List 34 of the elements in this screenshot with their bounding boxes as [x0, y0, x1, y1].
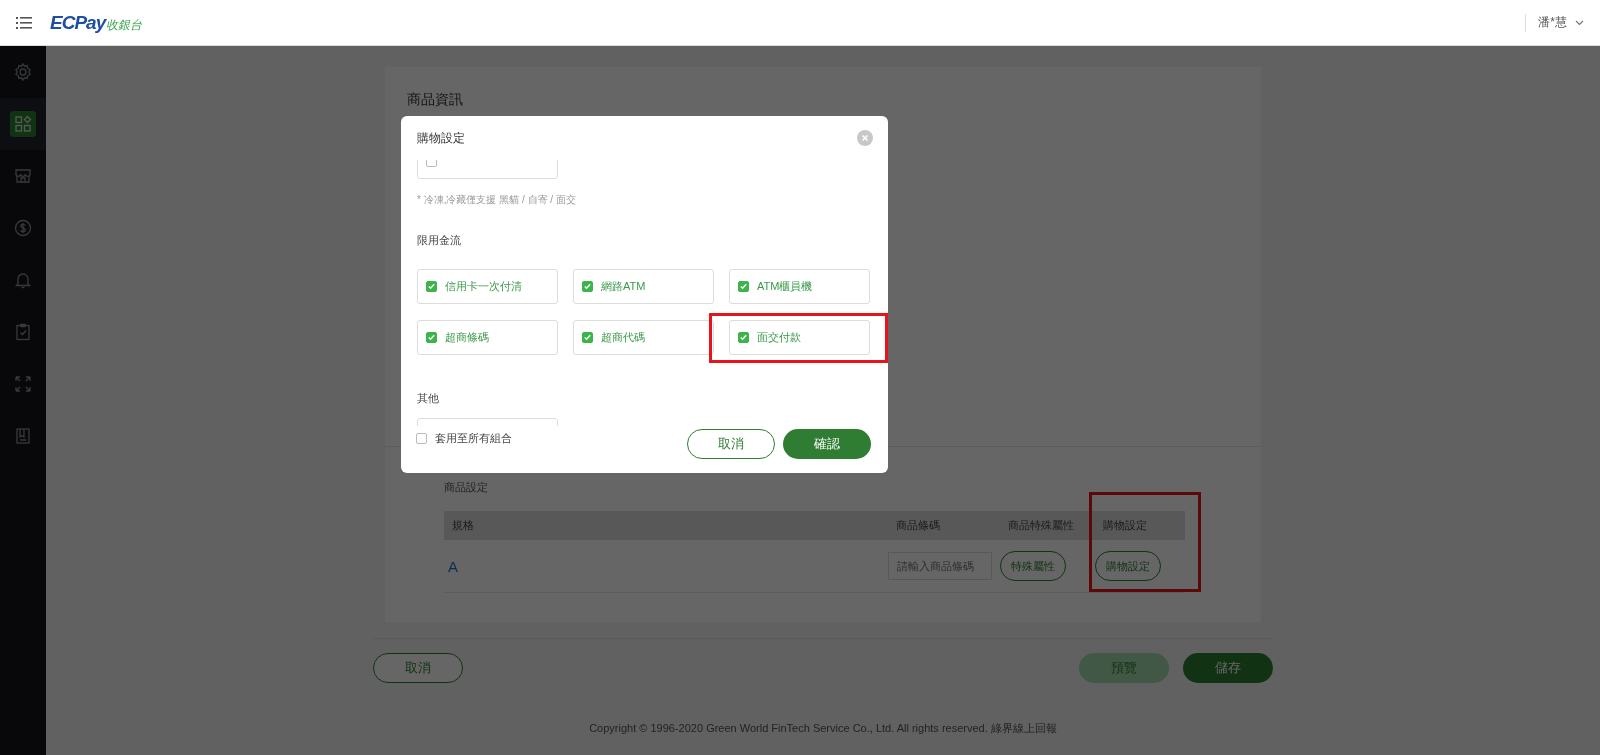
save-button[interactable]: 儲存 — [1183, 653, 1273, 683]
confirm-button[interactable]: 確認 — [783, 429, 871, 459]
apply-all-checkbox[interactable]: 套用至所有組合 — [416, 431, 512, 446]
cancel-button[interactable]: 取消 — [687, 429, 775, 459]
cancel-button[interactable]: 取消 — [373, 653, 463, 683]
sidebar-item[interactable] — [0, 98, 46, 150]
attribute-button[interactable]: 特殊屬性 — [1000, 551, 1066, 581]
checkbox[interactable] — [738, 281, 749, 292]
checkbox[interactable] — [416, 433, 427, 444]
checkbox[interactable] — [738, 332, 749, 343]
payment-option[interactable]: 超商條碼 — [417, 320, 558, 355]
payment-option[interactable]: 面交付款 — [729, 320, 870, 355]
user-name[interactable]: 潘*慧 — [1538, 14, 1567, 31]
payment-option[interactable]: 網路ATM — [573, 269, 714, 304]
close-icon[interactable] — [857, 130, 873, 146]
checkbox[interactable] — [582, 281, 593, 292]
section-label: 限用金流 — [417, 233, 462, 248]
checkbox[interactable] — [426, 332, 437, 343]
shopping-settings-button[interactable]: 購物設定 — [1095, 551, 1161, 581]
note-text: * 冷凍,冷藏僅支援 黑貓 / 自寄 / 面交 — [417, 193, 577, 207]
spec-link[interactable]: A — [444, 557, 888, 575]
checkbox[interactable] — [426, 281, 437, 292]
checkbox[interactable] — [582, 332, 593, 343]
logo-wordmark: ECPay — [50, 11, 106, 34]
menu-icon[interactable] — [16, 15, 32, 30]
section-title: 商品設定 — [444, 480, 489, 495]
payment-option[interactable]: ATM櫃員機 — [729, 269, 870, 304]
payment-option[interactable]: 信用卡一次付清 — [417, 269, 558, 304]
card-title: 商品資訊 — [406, 90, 464, 109]
section-label: 其他 — [417, 391, 440, 406]
logo-subtitle: 收銀台 — [106, 17, 143, 32]
modal-title: 購物設定 — [417, 129, 465, 147]
caret-icon[interactable] — [1575, 19, 1584, 26]
apps-icon — [10, 111, 36, 137]
